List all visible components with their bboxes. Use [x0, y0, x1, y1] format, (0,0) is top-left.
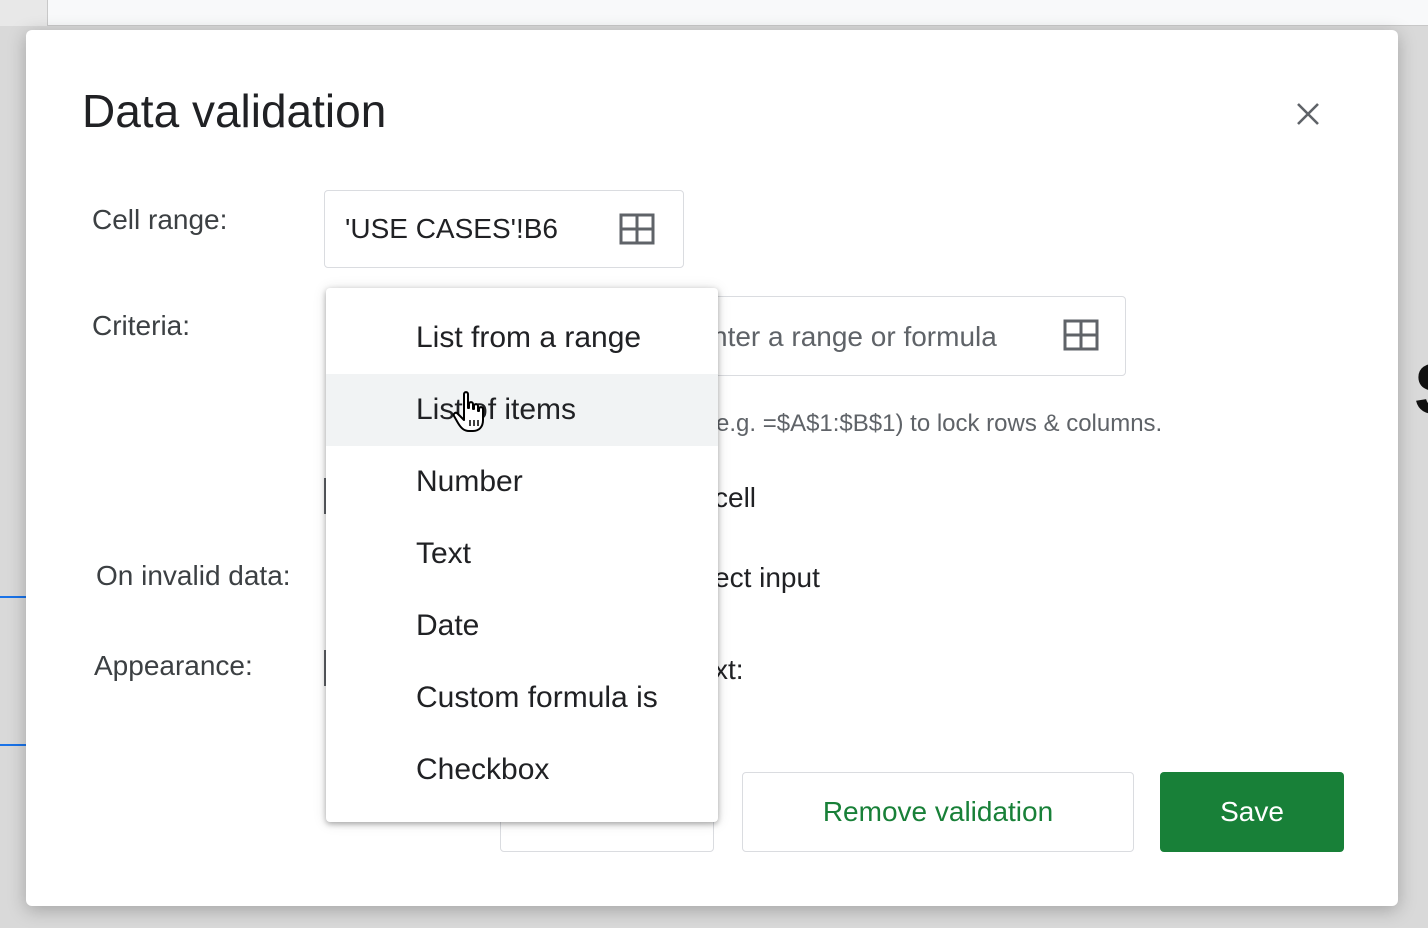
- reject-input-option[interactable]: ect input: [714, 562, 820, 594]
- criteria-hint-text: e.g. =$A$1:$B$1) to lock rows & columns.: [716, 410, 1163, 437]
- menu-item-list-of-items[interactable]: List of items: [326, 374, 718, 446]
- help-text-label: xt:: [714, 654, 744, 685]
- menu-item-label: List of items: [416, 393, 577, 426]
- menu-item-number[interactable]: Number: [326, 446, 718, 518]
- background-sheet-glyph: S: [1414, 350, 1428, 430]
- appearance-label: Appearance:: [94, 650, 253, 681]
- menu-item-checkbox[interactable]: Checkbox: [326, 734, 718, 806]
- menu-item-label: Text: [416, 537, 472, 570]
- criteria-label: Criteria:: [92, 310, 191, 341]
- menu-item-label: Checkbox: [416, 753, 550, 786]
- cell-range-value: 'USE CASES'!B6: [345, 213, 558, 244]
- background-selection-line: [0, 596, 28, 598]
- save-button[interactable]: Save: [1160, 772, 1344, 852]
- criteria-range-picker-button[interactable]: [1061, 315, 1101, 355]
- grid-icon: [1063, 319, 1099, 351]
- data-validation-dialog: Data validation Cell range: 'USE CASES'!…: [26, 30, 1398, 906]
- grid-icon: [619, 213, 655, 245]
- close-button[interactable]: [1288, 94, 1328, 134]
- cell-range-label: Cell range:: [92, 204, 228, 235]
- background-selection-line: [0, 744, 28, 746]
- menu-item-text[interactable]: Text: [326, 518, 718, 590]
- cell-range-input[interactable]: 'USE CASES'!B6: [324, 190, 684, 268]
- menu-item-label: Custom formula is: [416, 681, 658, 714]
- toolbar-tab-stub: [0, 0, 48, 26]
- criteria-range-input[interactable]: nter a range or formula: [666, 296, 1126, 376]
- cell-range-picker-button[interactable]: [617, 209, 657, 249]
- close-icon: [1297, 103, 1319, 125]
- menu-item-date[interactable]: Date: [326, 590, 718, 662]
- menu-item-label: Number: [416, 465, 523, 498]
- on-invalid-label: On invalid data:: [96, 560, 291, 591]
- dialog-title: Data validation: [82, 85, 387, 137]
- menu-item-label: Date: [416, 609, 480, 642]
- menu-item-list-from-range[interactable]: List from a range: [326, 302, 718, 374]
- menu-item-label: List from a range: [416, 321, 642, 354]
- remove-validation-button[interactable]: Remove validation: [742, 772, 1134, 852]
- show-dropdown-text: cell: [714, 482, 757, 513]
- spreadsheet-toolbar-strip: [0, 0, 1428, 26]
- criteria-dropdown-menu: List from a range List of items Number T…: [326, 288, 718, 822]
- menu-item-custom-formula[interactable]: Custom formula is: [326, 662, 718, 734]
- criteria-range-placeholder: nter a range or formula: [712, 321, 997, 352]
